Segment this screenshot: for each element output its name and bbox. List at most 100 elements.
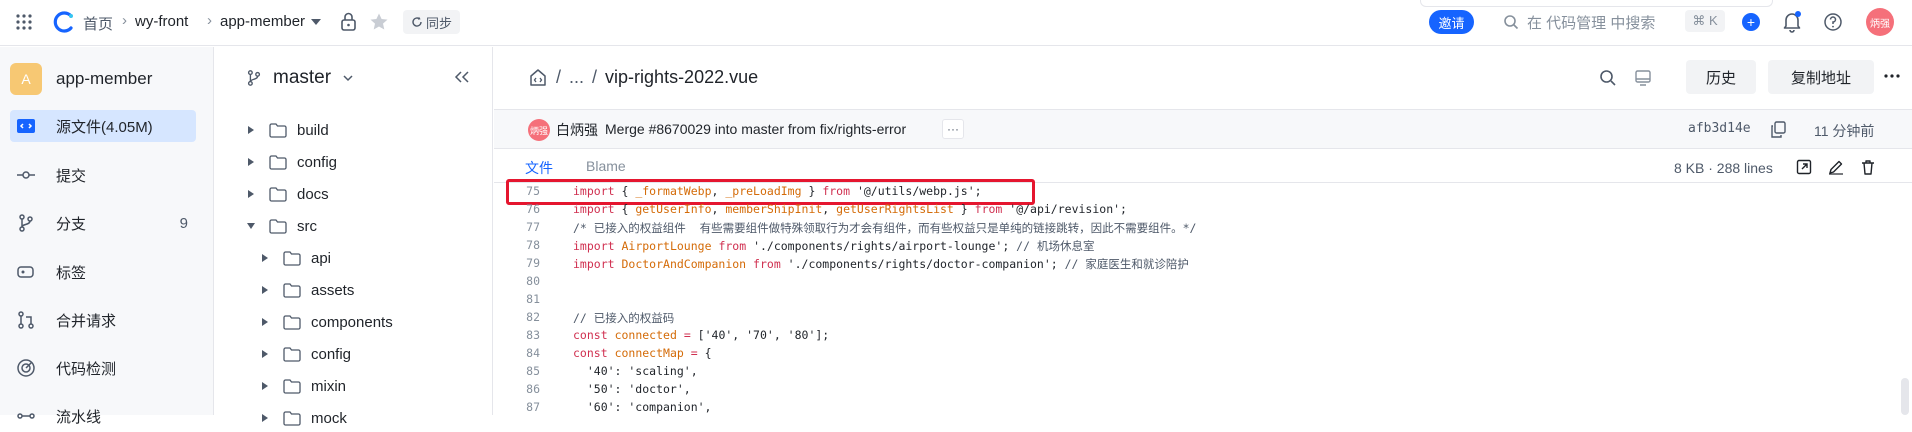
caret-right-icon[interactable]	[259, 317, 271, 327]
tab-blame[interactable]: Blame	[586, 158, 626, 174]
line-number[interactable]: 85	[510, 364, 540, 378]
code-line: 84 const connectMap = {	[494, 346, 1912, 364]
search-icon[interactable]	[1599, 69, 1617, 87]
code-token: '60': 'companion',	[573, 400, 712, 414]
copy-address-button[interactable]: 复制地址	[1768, 60, 1874, 94]
line-number[interactable]: 87	[510, 400, 540, 414]
tree-item[interactable]: api	[259, 246, 331, 270]
caret-down-icon[interactable]	[245, 222, 257, 230]
code-token: // 机场休息室	[1016, 239, 1095, 253]
line-number[interactable]: 77	[510, 220, 540, 234]
search-icon	[1504, 15, 1519, 30]
scrollbar[interactable]	[1901, 378, 1909, 415]
tree-item[interactable]: mixin	[259, 374, 346, 398]
folder-icon	[283, 346, 301, 362]
caret-right-icon[interactable]	[259, 253, 271, 263]
sidebar-item-source[interactable]: 源文件(4.05M)	[10, 110, 196, 142]
breadcrumb-group[interactable]: wy-front	[135, 13, 188, 30]
breadcrumb-home[interactable]: 首页	[83, 13, 113, 34]
code-token: './components/rights/doctor-companion';	[780, 257, 1065, 271]
breadcrumb-separator: ›	[122, 12, 127, 29]
line-source: import AirportLounge from './components/…	[573, 238, 1094, 254]
folder-icon	[269, 186, 287, 202]
path-ellipsis[interactable]: ...	[569, 67, 584, 88]
commit-sha[interactable]: afb3d14e	[1688, 121, 1751, 136]
sidebar-item-pipeline[interactable]: 流水线	[10, 400, 196, 432]
invite-button[interactable]: 邀请	[1429, 10, 1474, 34]
collapse-panel-icon[interactable]	[454, 69, 470, 85]
line-number[interactable]: 76	[510, 202, 540, 216]
tree-item[interactable]: assets	[259, 278, 354, 302]
star-icon[interactable]	[369, 12, 389, 32]
breadcrumb-repo[interactable]: app-member	[220, 13, 305, 30]
open-raw-icon[interactable]	[1796, 159, 1812, 175]
sync-button[interactable]: 同步	[403, 10, 460, 34]
caret-right-icon[interactable]	[245, 189, 257, 199]
line-number[interactable]: 84	[510, 346, 540, 360]
code-token: from	[718, 239, 747, 253]
delete-icon[interactable]	[1860, 159, 1876, 175]
folder-icon	[283, 250, 301, 266]
popover-edge	[1420, 0, 1773, 7]
app-grid-icon[interactable]	[14, 12, 34, 32]
code-line: 87 '60': 'companion',	[494, 400, 1912, 418]
commit-more-button[interactable]: ···	[942, 119, 964, 139]
lock-icon[interactable]	[340, 12, 357, 32]
line-number[interactable]: 82	[510, 310, 540, 324]
caret-right-icon[interactable]	[245, 125, 257, 135]
last-commit-bar: 炳强 白炳强 Merge #8670029 into master from f…	[494, 109, 1912, 149]
tree-item[interactable]: mock	[259, 406, 347, 430]
sidebar-item-label: 源文件(4.05M)	[56, 118, 153, 136]
caret-right-icon[interactable]	[259, 349, 271, 359]
code-line: 85 '40': 'scaling',	[494, 364, 1912, 382]
tree-item[interactable]: src	[245, 214, 317, 238]
commit-message[interactable]: Merge #8670029 into master from fix/righ…	[605, 121, 906, 137]
edit-icon[interactable]	[1828, 159, 1844, 175]
line-number[interactable]: 80	[510, 274, 540, 288]
sidebar-item-code-scan[interactable]: 代码检测	[10, 352, 196, 384]
logo-icon[interactable]	[52, 10, 76, 34]
line-number[interactable]: 86	[510, 382, 540, 396]
code-token: // 家庭医生和就诊陪护	[1064, 257, 1189, 271]
code-line: 83 const connected = ['40', '70', '80'];	[494, 328, 1912, 346]
line-source: import { getUserInfo, memberShipInit, ge…	[573, 202, 1127, 216]
code-token: =	[690, 346, 698, 360]
caret-right-icon[interactable]	[245, 157, 257, 167]
line-number[interactable]: 81	[510, 292, 540, 306]
tab-file[interactable]: 文件	[525, 158, 553, 178]
tree-item[interactable]: docs	[245, 182, 329, 206]
line-number[interactable]: 83	[510, 328, 540, 342]
copy-icon[interactable]	[1770, 121, 1786, 138]
tree-item[interactable]: config	[259, 342, 351, 366]
branch-selector[interactable]: master	[245, 67, 355, 89]
tree-item[interactable]: components	[259, 310, 393, 334]
more-icon[interactable]	[1884, 73, 1900, 79]
layout-icon[interactable]	[1634, 69, 1652, 87]
sidebar-item-merge-requests[interactable]: 合并请求	[10, 304, 196, 336]
file-code-icon	[16, 116, 36, 136]
code-token: // 已接入的权益码	[573, 311, 675, 325]
sidebar-item-commits[interactable]: 提交	[10, 159, 196, 191]
history-button[interactable]: 历史	[1686, 60, 1756, 94]
sidebar-item-label: 合并请求	[56, 312, 117, 330]
caret-right-icon[interactable]	[259, 381, 271, 391]
tree-item[interactable]: config	[245, 150, 337, 174]
repo-home-icon[interactable]	[528, 68, 548, 88]
tree-item[interactable]: build	[245, 118, 329, 142]
sidebar-item-tags[interactable]: 标签	[10, 256, 196, 288]
plus-icon[interactable]: +	[1742, 13, 1760, 31]
line-source: // 已接入的权益码	[573, 310, 674, 326]
line-number[interactable]: 75	[510, 184, 540, 198]
sidebar-item-branches[interactable]: 分支 9	[10, 207, 196, 239]
commit-author[interactable]: 炳强 白炳强	[528, 119, 598, 141]
caret-right-icon[interactable]	[259, 285, 271, 295]
line-number[interactable]: 78	[510, 238, 540, 252]
line-number[interactable]: 79	[510, 256, 540, 270]
user-avatar[interactable]: 炳强	[1866, 8, 1894, 36]
bell-icon[interactable]	[1782, 11, 1802, 33]
repo-header[interactable]: A app-member	[10, 63, 152, 95]
chevron-down-icon[interactable]	[310, 17, 322, 27]
help-icon[interactable]	[1823, 12, 1843, 32]
sidebar-item-label: 代码检测	[56, 360, 117, 378]
